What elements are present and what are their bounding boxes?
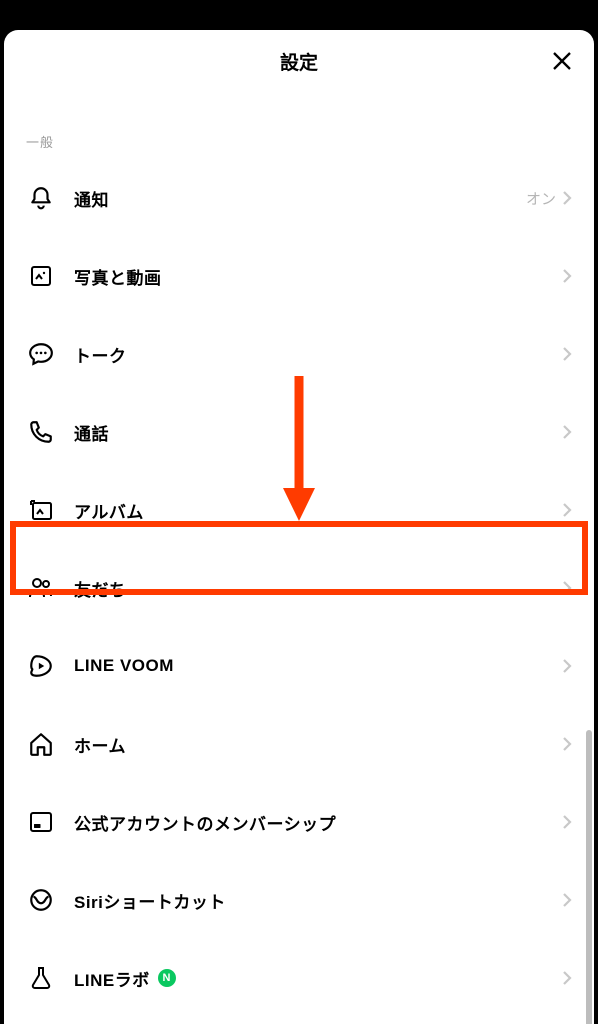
flask-icon: [26, 965, 56, 991]
album-icon: [26, 497, 56, 523]
row-photos-videos[interactable]: 写真と動画: [4, 237, 594, 315]
section-label: 一般: [4, 92, 594, 159]
chevron-right-icon: [562, 502, 572, 518]
row-label: Siriショートカット: [74, 888, 562, 913]
row-label: 通知: [74, 186, 526, 211]
header: 設定: [4, 30, 594, 92]
chat-icon: [26, 341, 56, 367]
row-label: 友だち: [74, 576, 562, 601]
row-friends[interactable]: 友だち: [4, 549, 594, 627]
chevron-right-icon: [562, 736, 572, 752]
row-label: LINE VOOM: [74, 656, 562, 676]
page-title: 設定: [280, 48, 318, 75]
image-icon: [26, 264, 56, 288]
row-siri-shortcut[interactable]: Siriショートカット: [4, 861, 594, 939]
row-call[interactable]: 通話: [4, 393, 594, 471]
chevron-right-icon: [562, 268, 572, 284]
close-icon: [551, 50, 573, 72]
chevron-right-icon: [562, 814, 572, 830]
close-button[interactable]: [548, 47, 576, 75]
chevron-right-icon: [562, 346, 572, 362]
card-icon: [26, 810, 56, 834]
friends-icon: [26, 575, 56, 601]
new-badge: N: [158, 969, 176, 987]
row-official-membership[interactable]: 公式アカウントのメンバーシップ: [4, 783, 594, 861]
chevron-right-icon: [562, 424, 572, 440]
row-line-voom[interactable]: LINE VOOM: [4, 627, 594, 705]
scroll-indicator[interactable]: [586, 730, 592, 1024]
chevron-right-icon: [562, 970, 572, 986]
row-value: オン: [526, 188, 556, 209]
row-label: アルバム: [74, 498, 562, 523]
bell-icon: [26, 185, 56, 211]
row-album[interactable]: アルバム: [4, 471, 594, 549]
chevron-right-icon: [562, 658, 572, 674]
chevron-right-icon: [562, 190, 572, 206]
row-home[interactable]: ホーム: [4, 705, 594, 783]
row-label: ホーム: [74, 732, 562, 757]
row-notifications[interactable]: 通知 オン: [4, 159, 594, 237]
phone-icon: [26, 419, 56, 445]
play-icon: [26, 653, 56, 679]
settings-list: 通知 オン 写真と動画 トーク 通話: [4, 159, 594, 1017]
home-icon: [26, 731, 56, 757]
chevron-right-icon: [562, 580, 572, 596]
row-label: 通話: [74, 420, 562, 445]
row-label: トーク: [74, 342, 562, 367]
row-label: LINEラボ N: [74, 966, 562, 991]
row-line-labs[interactable]: LINEラボ N: [4, 939, 594, 1017]
row-label-text: LINEラボ: [74, 966, 150, 991]
siri-icon: [26, 887, 56, 913]
row-talk[interactable]: トーク: [4, 315, 594, 393]
chevron-right-icon: [562, 892, 572, 908]
row-label: 公式アカウントのメンバーシップ: [74, 810, 562, 835]
row-label: 写真と動画: [74, 264, 562, 289]
